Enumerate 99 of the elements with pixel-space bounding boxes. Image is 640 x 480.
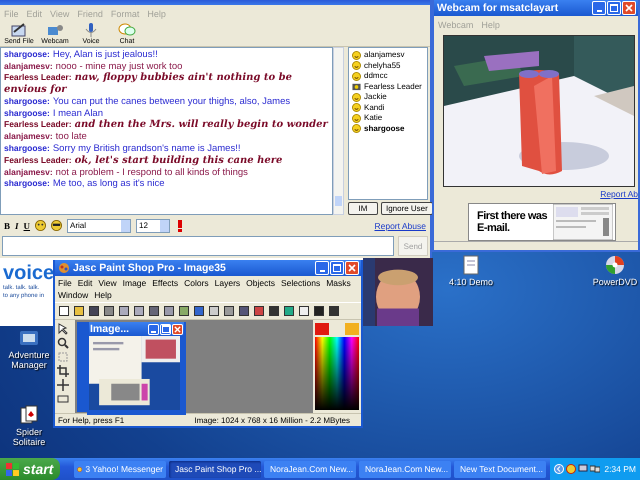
- chat-message: shargoose: Me too, as long as it's nice: [4, 178, 166, 190]
- menu-item[interactable]: View: [98, 277, 117, 289]
- maximize-button[interactable]: [160, 324, 171, 334]
- buddy-item[interactable]: Kandi: [352, 102, 424, 113]
- taskbar-button[interactable]: 3 Yahoo! Messenger: [74, 460, 166, 478]
- close-icon: [625, 4, 633, 12]
- clock: 2:34 PM: [604, 464, 636, 474]
- menu-item[interactable]: Selections: [281, 277, 320, 289]
- rectangle-icon[interactable]: [57, 393, 69, 405]
- buddy-item[interactable]: Fearless Leader: [352, 82, 424, 92]
- crop-icon[interactable]: [57, 365, 69, 377]
- maximize-button[interactable]: [607, 1, 621, 15]
- window-title: Jasc Paint Shop Pro - Image35: [73, 262, 226, 274]
- menu-item[interactable]: Image: [122, 277, 146, 289]
- desktop-icon-label[interactable]: 4:10 Demo: [448, 277, 494, 287]
- smiley-icon: [352, 72, 361, 81]
- chat-message: alanjamesv: nooo - mine may just work too: [4, 60, 184, 72]
- start-button[interactable]: start: [0, 458, 60, 480]
- minimize-button[interactable]: [315, 261, 329, 275]
- menu-item[interactable]: Edit: [78, 277, 92, 289]
- desktop-icon-label[interactable]: PowerDVD: [592, 277, 638, 287]
- message-input[interactable]: [2, 236, 394, 256]
- report-abuse-link[interactable]: Report Ab: [600, 189, 638, 199]
- emoticon-icon[interactable]: [35, 220, 46, 231]
- desktop-icon-label[interactable]: Adventure Manager: [4, 350, 54, 370]
- buddy-item[interactable]: chelyha55: [352, 60, 424, 71]
- smiley-icon: [352, 103, 361, 112]
- webcam-icon: [46, 22, 64, 38]
- chat-message: alanjamesv: too late: [4, 131, 88, 143]
- menu-item[interactable]: Window: [58, 289, 88, 301]
- buddy-item[interactable]: Katie: [352, 113, 424, 124]
- buddy-item[interactable]: ddmcc: [352, 71, 424, 82]
- color-swatch[interactable]: [345, 323, 359, 335]
- sunglasses-icon[interactable]: [51, 220, 62, 231]
- scrollbar[interactable]: [333, 47, 344, 215]
- chat-message: Fearless Leader: ok, let's start building this cane here: [4, 154, 284, 167]
- envelope-icon: [10, 22, 28, 38]
- zoom-icon[interactable]: [57, 337, 69, 349]
- buddy-item[interactable]: Jackie: [352, 92, 424, 102]
- color-palette[interactable]: [315, 337, 359, 410]
- window-title: Image...: [90, 323, 130, 335]
- close-icon: [348, 264, 356, 272]
- maximize-button[interactable]: [330, 261, 344, 275]
- smiley-icon: [352, 50, 361, 60]
- menu-item[interactable]: Colors: [184, 277, 209, 289]
- chat-message: Fearless Leader: naw, floppy bubbies ain't nothing to be envious for: [4, 72, 294, 96]
- style-button[interactable]: B: [4, 220, 10, 230]
- desktop-icon-label[interactable]: Spider Solitaire: [4, 427, 54, 447]
- close-button[interactable]: [345, 261, 359, 275]
- chat-message: shargoose: You can put the canes between your thighs, also, James: [4, 96, 292, 108]
- close-button[interactable]: [622, 1, 636, 15]
- chat-message: shargoose: Sorry my British grandson's name is James!!: [4, 142, 242, 155]
- buddy-item[interactable]: alanjamesv: [352, 50, 424, 60]
- smiley-icon: [352, 124, 361, 134]
- user-button[interactable]: Ignore User: [381, 202, 433, 215]
- status-text: Image: 1024 x 768 x 16 Million - 2.2 MBytes: [194, 416, 350, 424]
- banner-logo: voice: [3, 262, 54, 284]
- cards-icon[interactable]: [18, 404, 40, 426]
- taskbar-button[interactable]: NoraJean.Com New...: [264, 460, 356, 478]
- report-abuse-link[interactable]: Report Abuse: [374, 220, 426, 230]
- menu-item[interactable]: Masks: [326, 277, 351, 289]
- style-button[interactable]: I: [15, 220, 19, 230]
- smiley-icon: [352, 114, 361, 123]
- webcam-icon: [352, 82, 361, 92]
- close-button[interactable]: [172, 324, 183, 334]
- expand-icon[interactable]: [554, 464, 564, 474]
- chat-message: Fearless Leader: and then the Mrs. will really begin to wonder: [4, 119, 329, 132]
- minimize-button[interactable]: [148, 324, 159, 334]
- menu-item[interactable]: Layers: [214, 277, 240, 289]
- network-icon[interactable]: [590, 464, 600, 474]
- smiley-icon: [352, 61, 361, 70]
- style-button[interactable]: U: [24, 220, 30, 230]
- taskbar-button[interactable]: New Text Document...: [454, 460, 546, 478]
- font-dropdown[interactable]: Arial: [67, 218, 132, 232]
- menu-item[interactable]: Help: [94, 289, 112, 301]
- app-icon: [58, 262, 70, 274]
- speech-bubbles-icon: [118, 22, 136, 38]
- close-icon: [174, 326, 181, 332]
- user-button[interactable]: IM: [348, 202, 378, 215]
- size-dropdown[interactable]: 12: [136, 218, 170, 232]
- color-swatch[interactable]: [315, 323, 329, 335]
- taskbar-button[interactable]: Jasc Paint Shop Pro ...: [169, 460, 261, 478]
- arrow-icon[interactable]: [57, 323, 69, 335]
- minimize-button[interactable]: [592, 1, 606, 15]
- menu-item[interactable]: File: [58, 277, 72, 289]
- smiley-icon[interactable]: [566, 464, 576, 474]
- status-text: For Help, press F1: [58, 416, 124, 424]
- ad-text: First there was E-mail.: [477, 210, 548, 234]
- chat-message: shargoose: I mean Alan: [4, 108, 104, 119]
- buddy-item[interactable]: shargoose: [352, 124, 424, 134]
- window-title: Webcam for msatclayart: [437, 2, 558, 14]
- menu-item[interactable]: Objects: [246, 277, 275, 289]
- smiley-icon: [352, 92, 361, 102]
- chat-message: alanjamesv: not a problem - I respond to all kinds of things: [4, 166, 249, 178]
- move-icon[interactable]: [57, 379, 69, 391]
- taskbar-button[interactable]: NoraJean.Com New...: [359, 460, 451, 478]
- windows-logo: [6, 462, 19, 476]
- menu-item[interactable]: Effects: [152, 277, 178, 289]
- chat-message: shargoose: Hey, Alan is just jealous!!: [4, 49, 159, 61]
